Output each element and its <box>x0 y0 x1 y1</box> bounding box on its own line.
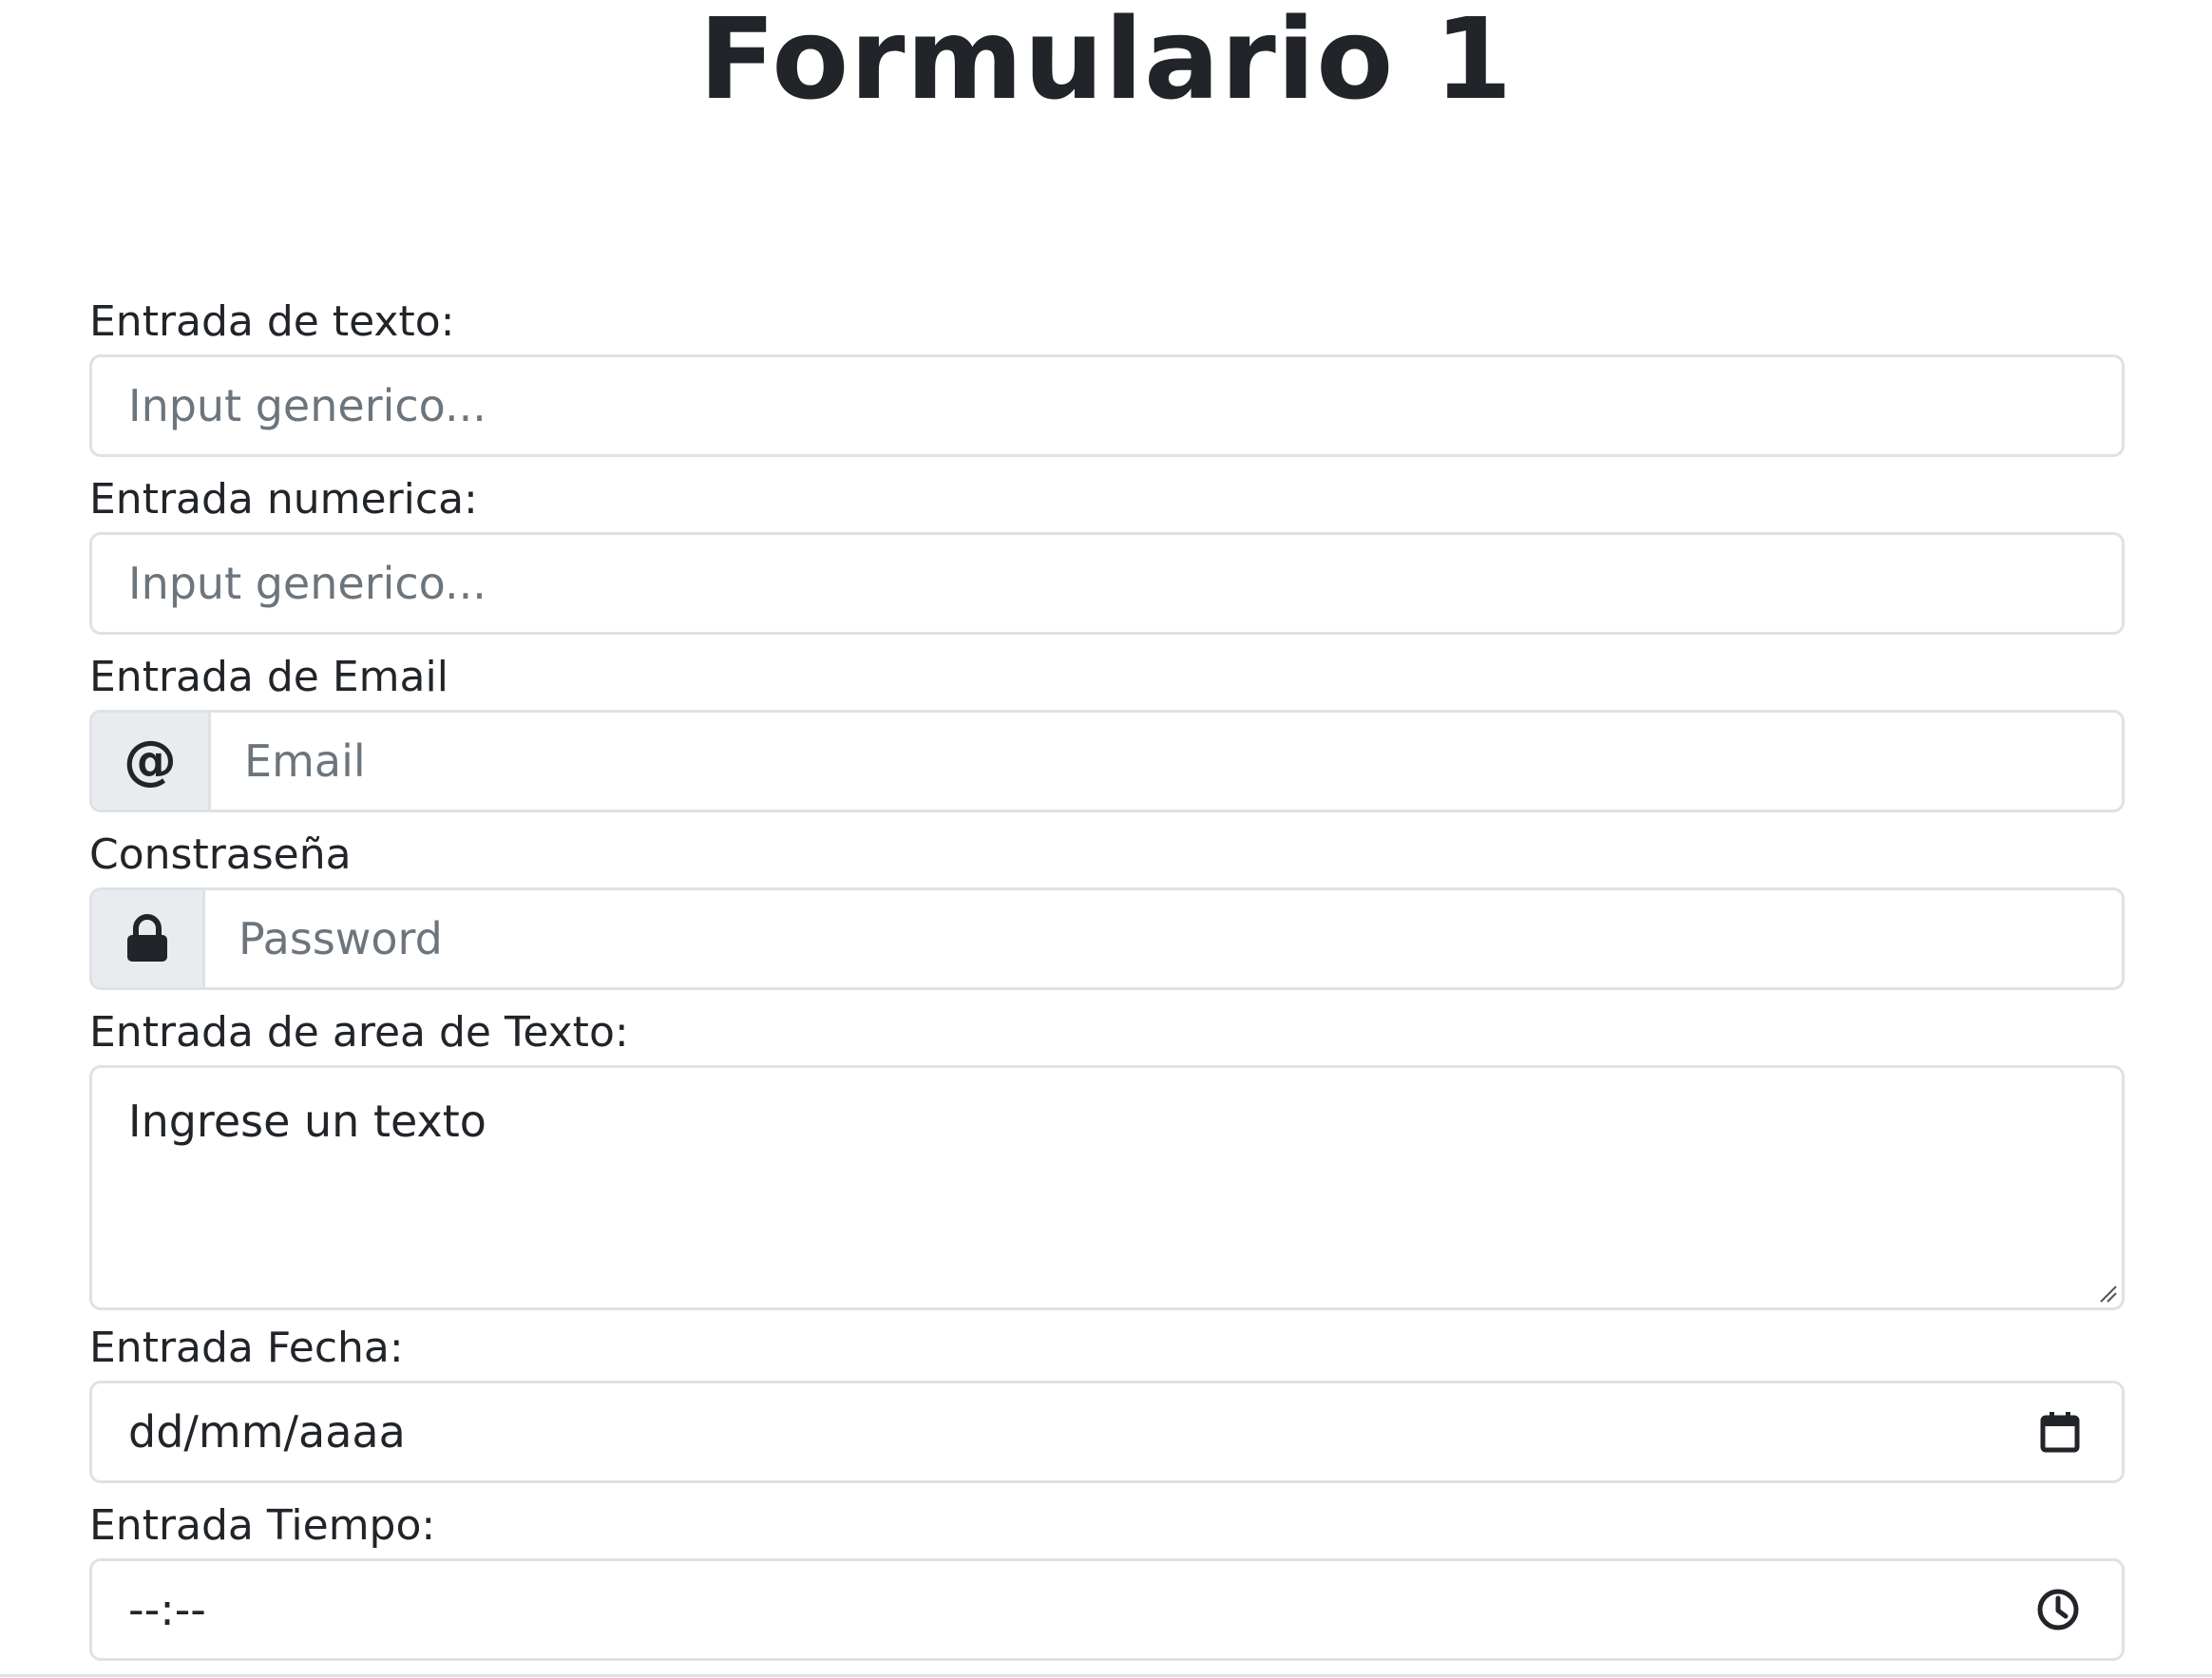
password-input-placeholder: Password <box>238 913 443 964</box>
textarea-label: Entrada de area de Texto: <box>89 1008 629 1057</box>
password-input-label: Constraseña <box>89 830 352 879</box>
time-picker-button[interactable] <box>2036 1561 2080 1658</box>
date-input[interactable]: dd/mm/aaaa <box>89 1381 2125 1483</box>
resize-grip-icon[interactable] <box>2095 1281 2118 1304</box>
page-bottom-divider <box>0 1674 2212 1677</box>
number-input[interactable]: Input generico... <box>89 532 2125 635</box>
date-input-value: dd/mm/aaaa <box>128 1406 406 1458</box>
time-input[interactable]: --:-- <box>89 1558 2125 1661</box>
email-addon: @ <box>92 713 211 810</box>
textarea-input[interactable]: Ingrese un texto <box>89 1065 2125 1310</box>
text-input-label: Entrada de texto: <box>89 297 455 346</box>
email-input-label: Entrada de Email <box>89 653 448 701</box>
calendar-icon <box>2040 1412 2080 1453</box>
time-input-value: --:-- <box>128 1584 206 1635</box>
text-input-placeholder: Input generico... <box>128 380 486 431</box>
text-input[interactable]: Input generico... <box>89 354 2125 457</box>
at-sign-icon: @ <box>124 730 177 791</box>
clock-icon <box>2037 1589 2079 1630</box>
password-addon <box>92 890 205 987</box>
email-input-placeholder: Email <box>244 735 366 787</box>
page-title: Formulario 1 <box>698 0 1514 124</box>
password-input-group[interactable]: Password <box>89 887 2125 990</box>
lock-icon <box>127 914 167 962</box>
number-input-placeholder: Input generico... <box>128 558 486 609</box>
date-input-label: Entrada Fecha: <box>89 1324 404 1372</box>
form-page: Formulario 1 Entrada de texto: Input gen… <box>0 0 2212 1678</box>
calendar-picker-button[interactable] <box>2040 1383 2080 1480</box>
textarea-value: Ingrese un texto <box>128 1096 486 1147</box>
time-input-label: Entrada Tiempo: <box>89 1501 436 1550</box>
number-input-label: Entrada numerica: <box>89 475 478 524</box>
email-input-group[interactable]: @ Email <box>89 710 2125 812</box>
